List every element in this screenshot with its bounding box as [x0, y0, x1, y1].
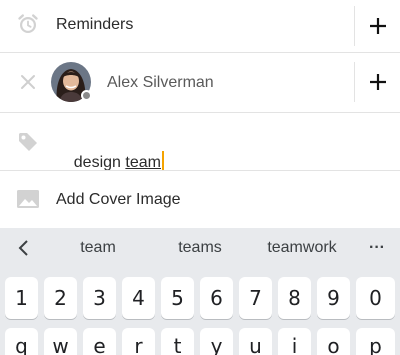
cover-image-row[interactable]: Add Cover Image: [0, 171, 400, 228]
collapse-keyboard-icon[interactable]: [8, 228, 38, 268]
suggestion-teamwork[interactable]: teamwork: [255, 228, 349, 268]
letter-row: q w e r t y u i o p: [0, 328, 400, 355]
key-i[interactable]: i: [278, 328, 311, 355]
key-7[interactable]: 7: [239, 277, 272, 319]
key-8[interactable]: 8: [278, 277, 311, 319]
key-0[interactable]: 0: [356, 277, 395, 319]
number-row: 1 2 3 4 5 6 7 8 9 0: [0, 277, 400, 319]
suggestion-teams[interactable]: teams: [160, 228, 240, 268]
key-4[interactable]: 4: [122, 277, 155, 319]
key-3[interactable]: 3: [83, 277, 116, 319]
suggestion-bar: team teams teamwork ···: [0, 228, 400, 268]
key-p[interactable]: p: [356, 328, 395, 355]
add-reminder-button[interactable]: [354, 6, 400, 46]
key-q[interactable]: q: [5, 328, 38, 355]
key-2[interactable]: 2: [44, 277, 77, 319]
key-o[interactable]: o: [317, 328, 350, 355]
key-6[interactable]: 6: [200, 277, 233, 319]
add-assignee-button[interactable]: [354, 62, 400, 102]
tags-row[interactable]: design team: [0, 113, 400, 171]
key-t[interactable]: t: [161, 328, 194, 355]
key-y[interactable]: y: [200, 328, 233, 355]
assignee-name: Alex Silverman: [107, 74, 214, 91]
key-5[interactable]: 5: [161, 277, 194, 319]
image-icon: [16, 187, 40, 211]
tag-icon: [16, 130, 40, 154]
key-9[interactable]: 9: [317, 277, 350, 319]
remove-assignee-icon[interactable]: [16, 70, 40, 94]
key-w[interactable]: w: [44, 328, 77, 355]
plus-icon: [369, 74, 386, 90]
key-e[interactable]: e: [83, 328, 116, 355]
alarm-clock-icon: [16, 12, 40, 36]
more-suggestions-icon[interactable]: ···: [362, 228, 392, 268]
suggestion-team[interactable]: team: [58, 228, 138, 268]
presence-indicator: [81, 90, 92, 101]
reminders-label: Reminders: [56, 16, 134, 33]
add-cover-image-label: Add Cover Image: [56, 191, 181, 208]
soft-keyboard: team teams teamwork ··· 1 2 3 4 5 6 7 8 …: [0, 228, 400, 355]
tags-text: design: [73, 154, 126, 171]
key-u[interactable]: u: [239, 328, 272, 355]
reminders-row[interactable]: Reminders: [0, 0, 400, 52]
tags-active-word: team: [125, 154, 161, 171]
key-r[interactable]: r: [122, 328, 155, 355]
key-1[interactable]: 1: [5, 277, 38, 319]
avatar: [51, 62, 92, 102]
text-cursor: [161, 151, 164, 171]
plus-icon: [369, 18, 386, 34]
assignee-row[interactable]: Alex Silverman: [0, 53, 400, 112]
